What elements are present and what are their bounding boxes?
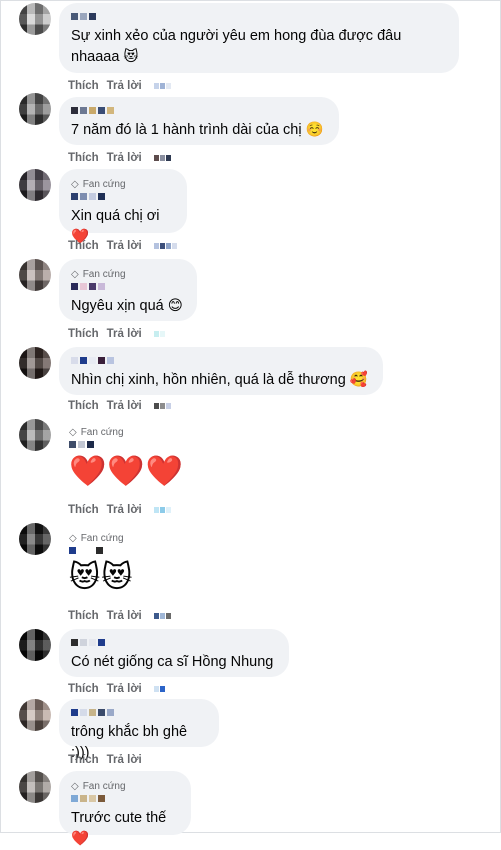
like-link[interactable]: Thích — [68, 240, 99, 252]
reply-link[interactable]: Trả lời — [107, 400, 142, 412]
reply-link[interactable]: Trả lời — [107, 152, 142, 164]
commenter-name-blurred[interactable] — [71, 357, 371, 365]
reply-link[interactable]: Trả lời — [107, 610, 142, 622]
badge-label: Fan cứng — [82, 780, 126, 792]
like-link[interactable]: Thích — [68, 504, 99, 516]
avatar[interactable] — [19, 93, 51, 125]
comment-bubble: 7 năm đó là 1 hành trình dài của chị ☺️ — [59, 97, 339, 145]
reply-link[interactable]: Trả lời — [107, 240, 142, 252]
like-link[interactable]: Thích — [68, 610, 99, 622]
fan-badge: ◇ Fan cứng — [69, 531, 134, 545]
timestamp-blurred — [153, 331, 165, 337]
diamond-icon: ◇ — [69, 426, 77, 438]
avatar[interactable] — [19, 523, 51, 555]
comment-bubble: ◇ Fan cứng Trước cute thế❤️ — [59, 771, 191, 847]
timestamp-blurred — [153, 155, 171, 161]
comment-actions: Thích Trả lời — [68, 79, 171, 93]
reply-link[interactable]: Trả lời — [107, 504, 142, 516]
reply-link[interactable]: Trả lời — [107, 80, 142, 92]
fan-badge: ◇ Fan cứng — [69, 425, 184, 439]
timestamp-blurred — [153, 243, 177, 249]
reply-link[interactable]: Trả lời — [107, 683, 142, 695]
comment-actions: Thích Trả lời — [68, 151, 171, 165]
commenter-name-blurred[interactable] — [71, 107, 327, 115]
fan-badge: ◇ Fan cứng — [71, 779, 179, 793]
commenter-name-blurred[interactable] — [71, 639, 277, 647]
badge-label: Fan cứng — [82, 178, 126, 190]
timestamp-blurred — [153, 83, 171, 89]
avatar[interactable] — [19, 3, 51, 35]
timestamp-blurred — [153, 403, 171, 409]
like-link[interactable]: Thích — [68, 152, 99, 164]
avatar[interactable] — [19, 629, 51, 661]
comment-actions: Thích Trả lời — [68, 239, 177, 253]
diamond-icon: ◇ — [69, 532, 77, 544]
comment-text: Nhìn chị xinh, hồn nhiên, quá là dễ thươ… — [71, 372, 368, 388]
comment-actions: Thích Trả lời — [68, 503, 171, 517]
comment-bubble: ◇ Fan cứng Xin quá chị ơi❤️ — [59, 169, 187, 245]
avatar[interactable] — [19, 169, 51, 201]
commenter-name-blurred[interactable] — [71, 193, 175, 201]
comment-bubble: Nhìn chị xinh, hồn nhiên, quá là dễ thươ… — [59, 347, 383, 395]
commenter-name-blurred[interactable] — [71, 13, 447, 21]
badge-label: Fan cứng — [80, 426, 124, 438]
comment-bubble: trông khắc bh ghê :))) — [59, 699, 219, 761]
comment-actions: Thích Trả lời — [68, 399, 171, 413]
reply-link[interactable]: Trả lời — [107, 328, 142, 340]
avatar[interactable] — [19, 699, 51, 731]
commenter-name-blurred[interactable] — [71, 709, 207, 717]
reply-link[interactable]: Trả lời — [107, 754, 142, 766]
avatar[interactable] — [19, 771, 51, 803]
comment-actions: Thích Trả lời — [68, 753, 142, 767]
like-link[interactable]: Thích — [68, 328, 99, 340]
comment-bubble: Sự xinh xẻo của người yêu em hong đùa đư… — [59, 3, 459, 73]
avatar[interactable] — [19, 347, 51, 379]
like-link[interactable]: Thích — [68, 683, 99, 695]
commenter-name-blurred[interactable] — [69, 441, 184, 449]
comment-text: Trước cute thế❤️ — [71, 810, 167, 847]
comment-actions: Thích Trả lời — [68, 327, 165, 341]
commenter-name-blurred[interactable] — [69, 547, 134, 555]
comment-text: Sự xinh xẻo của người yêu em hong đùa đư… — [71, 28, 402, 65]
comment-text: Ngyêu xịn quá 😊 — [71, 298, 183, 314]
timestamp-blurred — [153, 507, 171, 513]
like-link[interactable]: Thích — [68, 754, 99, 766]
avatar[interactable] — [19, 259, 51, 291]
comment-bubble: Có nét giống ca sĩ Hồng Nhung — [59, 629, 289, 677]
timestamp-blurred — [153, 686, 165, 692]
comment-bubble: ◇ Fan cứng Ngyêu xịn quá 😊 — [59, 259, 197, 321]
timestamp-blurred — [153, 613, 171, 619]
commenter-name-blurred[interactable] — [71, 795, 179, 803]
comment-body: ◇ Fan cứng ❤️❤️❤️ — [69, 425, 184, 490]
fan-badge: ◇ Fan cứng — [71, 267, 185, 281]
comment-text: Có nét giống ca sĩ Hồng Nhung — [71, 654, 274, 670]
commenter-name-blurred[interactable] — [71, 283, 185, 291]
comment-body: ◇ Fan cứng 😻😻 — [69, 531, 134, 596]
comment-actions: Thích Trả lời — [68, 682, 165, 696]
avatar[interactable] — [19, 419, 51, 451]
like-link[interactable]: Thích — [68, 400, 99, 412]
badge-label: Fan cứng — [82, 268, 126, 280]
diamond-icon: ◇ — [71, 268, 79, 280]
comment-text: ❤️❤️❤️ — [69, 455, 185, 488]
comment-actions: Thích Trả lời — [68, 609, 171, 623]
like-link[interactable]: Thích — [68, 80, 99, 92]
fan-badge: ◇ Fan cứng — [71, 177, 175, 191]
diamond-icon: ◇ — [71, 780, 79, 792]
comment-text: 😻😻 — [69, 561, 134, 594]
badge-label: Fan cứng — [80, 532, 124, 544]
diamond-icon: ◇ — [71, 178, 79, 190]
comment-text: 7 năm đó là 1 hành trình dài của chị ☺️ — [71, 122, 324, 138]
